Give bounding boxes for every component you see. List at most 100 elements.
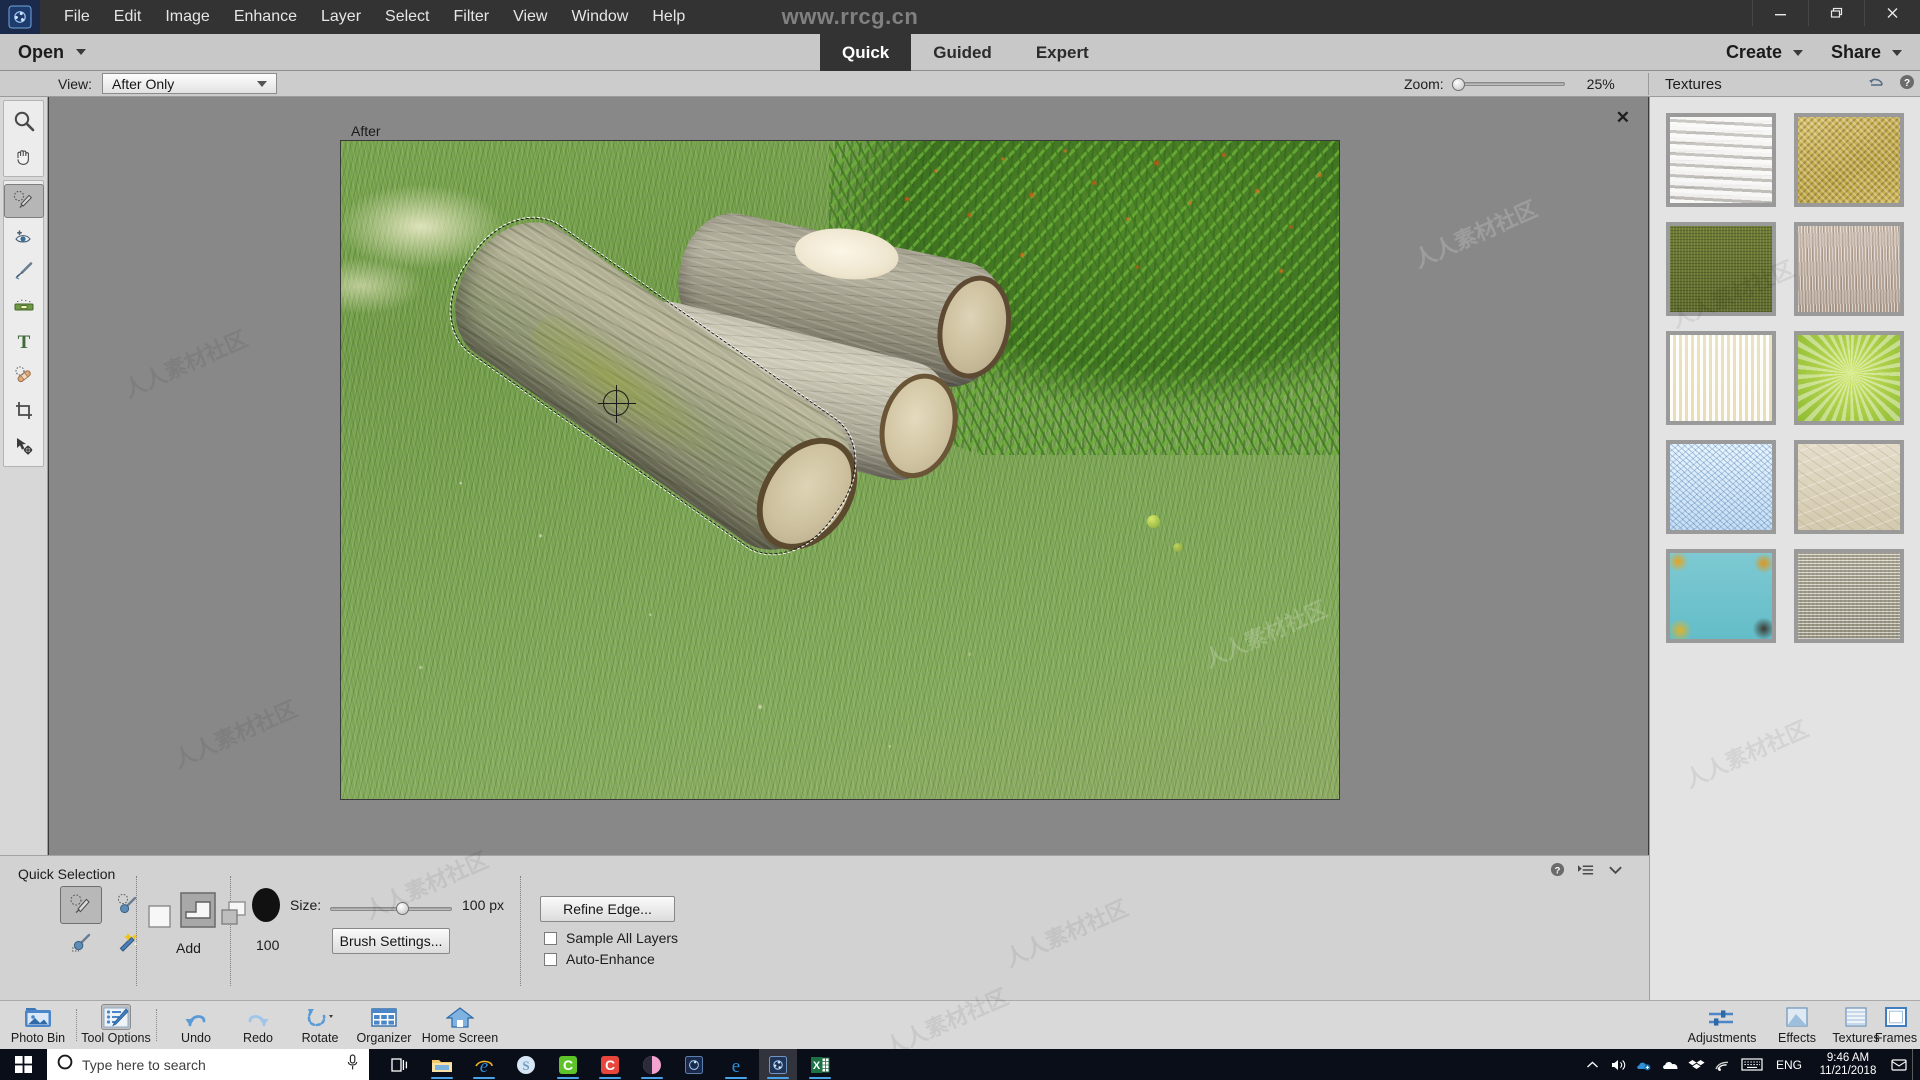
subtract-from-selection-mode-button[interactable] xyxy=(220,900,248,933)
menu-file[interactable]: File xyxy=(52,3,102,31)
circle-app-icon[interactable] xyxy=(633,1049,671,1080)
green-c-icon[interactable]: C xyxy=(549,1049,587,1080)
reset-arrow-icon[interactable] xyxy=(1868,74,1885,94)
image-canvas[interactable] xyxy=(340,140,1340,800)
close-image-button[interactable]: ✕ xyxy=(1616,109,1630,126)
menu-enhance[interactable]: Enhance xyxy=(222,3,309,31)
quick-selection-subtool[interactable] xyxy=(60,886,102,924)
chevron-down-icon[interactable] xyxy=(1608,863,1623,881)
language-indicator[interactable]: ENG xyxy=(1768,1058,1810,1072)
excel-x-icon[interactable]: X xyxy=(801,1049,839,1080)
refine-edge-button[interactable]: Refine Edge... xyxy=(540,896,675,922)
photo-bin-label: Photo Bin xyxy=(10,1031,66,1045)
view-mode-select[interactable]: After Only xyxy=(101,73,277,94)
skype-icon[interactable]: S xyxy=(507,1049,545,1080)
edge-e-icon[interactable]: e xyxy=(717,1049,755,1080)
dropbox-icon[interactable] xyxy=(1684,1049,1710,1080)
menu-window[interactable]: Window xyxy=(559,3,640,31)
menu-edit[interactable]: Edit xyxy=(102,3,154,31)
brush-settings-button[interactable]: Brush Settings... xyxy=(332,928,450,954)
home-screen-button[interactable]: Home Screen xyxy=(412,1004,508,1048)
photo-bin-button[interactable]: Photo Bin xyxy=(2,1004,74,1048)
brush-size-slider-handle[interactable] xyxy=(396,902,409,915)
add-to-selection-mode-button[interactable] xyxy=(180,892,216,933)
pse-editor-icon[interactable] xyxy=(759,1049,797,1080)
brush-size-slider[interactable] xyxy=(330,902,452,915)
texture-swatch[interactable] xyxy=(1666,549,1776,643)
help-question-icon[interactable]: ? xyxy=(1899,74,1915,95)
quick-selection-tool[interactable] xyxy=(4,184,44,218)
zoom-slider-handle[interactable] xyxy=(1451,77,1465,91)
magic-wand-subtool[interactable] xyxy=(106,924,148,962)
menu-layer[interactable]: Layer xyxy=(309,3,373,31)
texture-swatch[interactable] xyxy=(1794,549,1904,643)
notification-icon[interactable] xyxy=(1886,1049,1912,1080)
texture-swatch[interactable] xyxy=(1666,222,1776,316)
selection-mode-group xyxy=(148,892,248,933)
texture-swatch[interactable] xyxy=(1666,331,1776,425)
minimize-button[interactable] xyxy=(1752,0,1808,26)
zoom-tool[interactable] xyxy=(4,104,44,138)
open-button[interactable]: Open xyxy=(18,42,87,63)
share-button[interactable]: Share xyxy=(1831,42,1902,63)
tab-expert[interactable]: Expert xyxy=(1014,34,1111,71)
auto-enhance-checkbox[interactable]: Auto-Enhance xyxy=(544,951,655,967)
cloud-icon[interactable] xyxy=(1658,1049,1684,1080)
rotate-button[interactable]: Rotate xyxy=(284,1004,356,1048)
texture-swatch[interactable] xyxy=(1666,113,1776,207)
texture-swatch[interactable] xyxy=(1794,440,1904,534)
close-button[interactable] xyxy=(1864,0,1920,26)
hand-tool[interactable] xyxy=(4,139,44,173)
options-menu-icon[interactable] xyxy=(1578,863,1595,882)
microphone-icon[interactable] xyxy=(346,1053,359,1076)
red-c-icon[interactable]: C xyxy=(591,1049,629,1080)
speaker-icon[interactable] xyxy=(1606,1049,1632,1080)
menu-view[interactable]: View xyxy=(501,3,559,31)
onedrive-blue-icon[interactable] xyxy=(1632,1049,1658,1080)
menu-image[interactable]: Image xyxy=(153,3,221,31)
refine-selection-brush-subtool[interactable] xyxy=(60,924,102,962)
selection-brush-subtool[interactable] xyxy=(106,886,148,924)
help-question-icon[interactable]: ? xyxy=(1550,862,1565,882)
texture-swatch[interactable] xyxy=(1794,222,1904,316)
menu-help[interactable]: Help xyxy=(640,3,697,31)
windows-start-icon[interactable] xyxy=(0,1049,47,1080)
restore-button[interactable] xyxy=(1808,0,1864,26)
keyboard-icon[interactable] xyxy=(1736,1049,1768,1080)
sample-all-layers-checkbox[interactable]: Sample All Layers xyxy=(544,930,678,946)
frames-button[interactable]: Frames xyxy=(1872,1004,1920,1048)
move-tool[interactable] xyxy=(4,429,44,463)
menu-filter[interactable]: Filter xyxy=(442,3,502,31)
crop-tool[interactable] xyxy=(4,394,44,428)
straighten-tool[interactable] xyxy=(4,289,44,323)
zoom-slider[interactable] xyxy=(1451,77,1565,91)
texture-swatch[interactable] xyxy=(1794,113,1904,207)
wifi-icon[interactable] xyxy=(1710,1049,1736,1080)
organizer-button[interactable]: Organizer xyxy=(348,1004,420,1048)
texture-swatch[interactable] xyxy=(1794,331,1904,425)
ie-e-icon[interactable]: e xyxy=(465,1049,503,1080)
red-eye-removal-tool[interactable] xyxy=(4,219,44,253)
texture-swatch[interactable] xyxy=(1666,440,1776,534)
spot-healing-brush-tool[interactable] xyxy=(4,359,44,393)
menu-select[interactable]: Select xyxy=(373,3,441,31)
effects-button[interactable]: Effects xyxy=(1765,1004,1829,1048)
clock[interactable]: 9:46 AM 11/21/2018 xyxy=(1810,1052,1886,1078)
show-desktop-button[interactable] xyxy=(1912,1049,1920,1080)
adjustments-button[interactable]: Adjustments xyxy=(1677,1004,1767,1048)
tool-options-button[interactable]: Tool Options xyxy=(80,1004,152,1048)
tab-guided[interactable]: Guided xyxy=(911,34,1014,71)
whiten-teeth-tool[interactable] xyxy=(4,254,44,288)
search-input[interactable]: Type here to search xyxy=(47,1049,369,1080)
divider xyxy=(156,1009,157,1041)
tab-quick[interactable]: Quick xyxy=(820,34,912,71)
new-selection-mode-button[interactable] xyxy=(148,900,176,933)
primary-toolbar: Open Quick Guided Expert Create Share xyxy=(0,34,1920,71)
chevron-up-icon[interactable] xyxy=(1580,1049,1606,1080)
type-tool[interactable]: T xyxy=(4,324,44,358)
task-view-icon[interactable] xyxy=(381,1049,419,1080)
folder-icon[interactable] xyxy=(423,1049,461,1080)
create-button[interactable]: Create xyxy=(1726,42,1803,63)
brush-tip-circle-icon[interactable] xyxy=(252,888,280,922)
pse-organizer-icon[interactable] xyxy=(675,1049,713,1080)
